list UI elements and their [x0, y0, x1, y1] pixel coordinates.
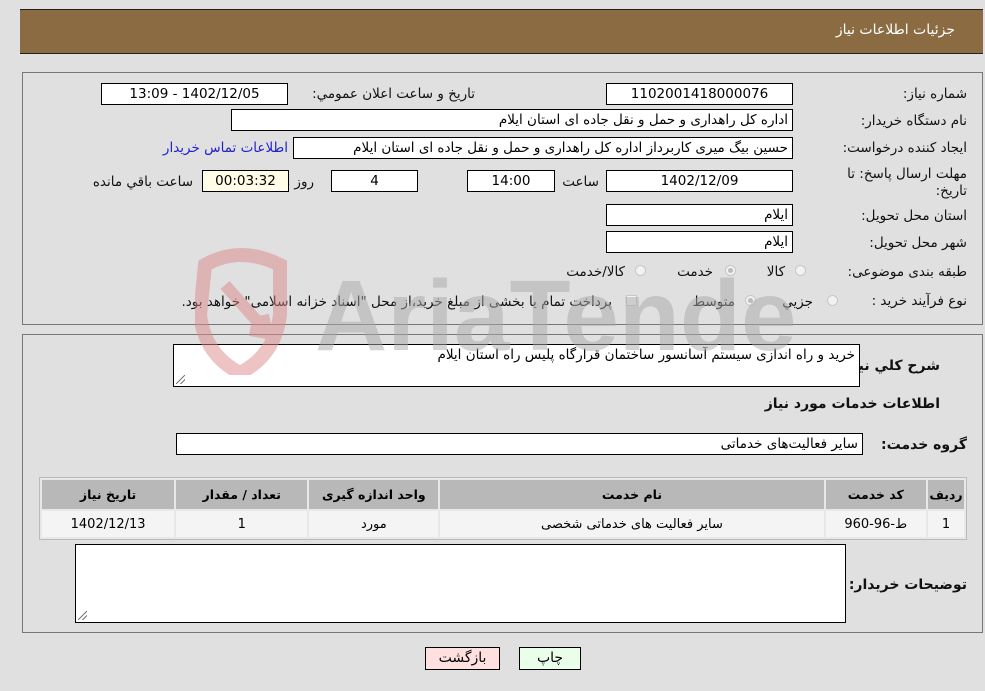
col-name-header: نام خدمت [440, 480, 824, 509]
services-heading: اطلاعات خدمات مورد نیاز [764, 396, 940, 412]
category-label: طبقه بندی موضوعی: [847, 264, 967, 280]
time-remaining-field: 00:03:32 [202, 170, 289, 192]
city-label: شهر محل تحویل: [869, 235, 967, 251]
cell-row: 1 [927, 511, 964, 537]
services-table: ردیف کد خدمت نام خدمت واحد اندازه گیری ت… [39, 477, 967, 540]
buyer-org-field: اداره کل راهداری و حمل و نقل جاده ای است… [231, 109, 793, 131]
page-header: جزئیات اطلاعات نیاز [20, 9, 983, 54]
buyer-contact-link[interactable]: اطلاعات تماس خریدار [163, 140, 288, 156]
announce-field: 1402/12/05 - 13:09 [101, 83, 288, 105]
need-number-field: 1102001418000076 [606, 83, 793, 105]
treasury-checkbox[interactable] [626, 295, 637, 306]
category-option-goods: کالا [766, 264, 785, 280]
days-remaining-field: 4 [331, 170, 418, 192]
deadline-date-field: 1402/12/09 [606, 170, 793, 192]
category-radio-service[interactable] [725, 265, 736, 276]
page-title: جزئیات اطلاعات نیاز [835, 22, 955, 38]
creator-field: حسین بیگ میری کاربرداز اداره کل راهداری … [293, 137, 793, 159]
process-radio-medium[interactable] [745, 295, 756, 306]
need-number-label: شماره نیاز: [902, 86, 967, 102]
process-radio-minor[interactable] [827, 295, 838, 306]
deadline-time-field: 14:00 [467, 170, 555, 192]
process-option-minor: جزيي [782, 294, 813, 310]
deadline-label: مهلت ارسال پاسخ: تا تاریخ: [847, 166, 967, 199]
col-date-header: تاریخ نیاز [42, 480, 175, 509]
cell-unit: مورد [309, 511, 439, 537]
category-radio-goods-service[interactable] [635, 265, 646, 276]
resize-handle-icon[interactable] [176, 375, 185, 384]
cell-date: 1402/12/13 [42, 511, 175, 537]
back-button[interactable]: بازگشت [425, 647, 500, 670]
col-code-header: کد خدمت [825, 480, 926, 509]
deadline-time-label: ساعت [562, 174, 599, 190]
buyer-org-label: نام دستگاه خریدار: [860, 113, 967, 129]
province-label: استان محل تحویل: [861, 208, 967, 224]
cell-quantity: 1 [176, 511, 308, 537]
buyer-notes-textarea[interactable] [75, 544, 846, 623]
category-option-goods-service: کالا/خدمت [566, 264, 625, 280]
cell-name: سایر فعالیت های خدماتی شخصی [440, 511, 824, 537]
summary-text: خرید و راه اندازی سیستم آسانسور ساختمان … [437, 347, 856, 363]
buyer-notes-label: توضیحات خریدار: [848, 577, 967, 593]
cell-code: ط-96-960 [825, 511, 926, 537]
process-option-medium: متوسط [692, 294, 735, 310]
col-unit-header: واحد اندازه گیری [309, 480, 439, 509]
col-row-header: ردیف [927, 480, 964, 509]
col-quantity-header: تعداد / مقدار [176, 480, 308, 509]
print-button[interactable]: چاپ [519, 647, 581, 670]
time-remaining-label: ساعت باقي مانده [92, 174, 193, 190]
summary-textarea[interactable]: خرید و راه اندازی سیستم آسانسور ساختمان … [173, 344, 860, 387]
process-label: نوع فرآیند خرید : [871, 293, 967, 309]
treasury-text: پرداخت تمام یا بخشی از مبلغ خرید،از محل … [181, 294, 612, 310]
resize-handle-icon[interactable] [78, 611, 87, 620]
creator-label: ایجاد کننده درخواست: [842, 140, 967, 156]
service-group-label: گروه خدمت: [881, 437, 967, 453]
category-option-service: خدمت [677, 264, 713, 280]
city-field: ایلام [606, 231, 793, 253]
service-group-field: سایر فعالیت‌های خدماتی [176, 433, 863, 455]
table-header-row: ردیف کد خدمت نام خدمت واحد اندازه گیری ت… [42, 480, 964, 509]
announce-label: تاریخ و ساعت اعلان عمومي: [312, 86, 475, 102]
province-field: ایلام [606, 204, 793, 226]
table-row: 1 ط-96-960 سایر فعالیت های خدماتی شخصی م… [42, 511, 964, 537]
category-radio-goods[interactable] [795, 265, 806, 276]
